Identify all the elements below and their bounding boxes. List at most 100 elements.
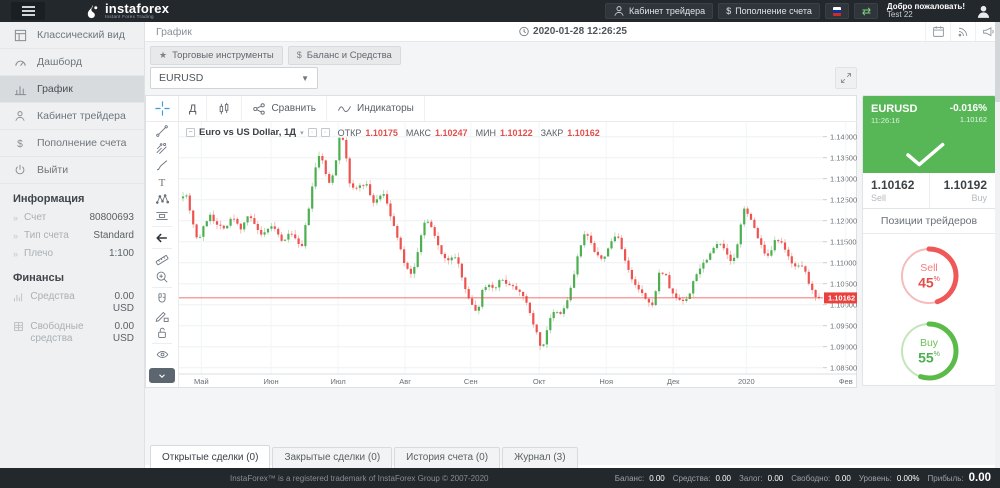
chevron-down-icon: ▾ <box>300 129 304 137</box>
switch-account-button[interactable]: ⇄ <box>854 3 878 19</box>
dollar-icon: $ <box>297 50 302 60</box>
trading-instruments-button[interactable]: ★ Торговые инструменты <box>150 46 283 65</box>
clock-icon <box>518 26 529 37</box>
instaforex-logo[interactable]: instaforex Instant Forex Trading <box>85 4 169 19</box>
sidebar-item-5[interactable]: $Пополнение счета <box>0 130 144 157</box>
text-tool[interactable]: T <box>146 173 178 190</box>
top-header-bar: instaforex Instant Forex Trading Кабинет… <box>0 0 1000 22</box>
svg-text:Май: Май <box>194 377 209 386</box>
series-settings-icon[interactable]: · <box>308 128 317 137</box>
russian-flag-icon <box>833 7 841 16</box>
info-row: »Тип счетаStandard <box>0 227 144 245</box>
eye-tool[interactable] <box>146 346 178 363</box>
logo-title: instaforex <box>105 4 169 14</box>
chevrons-icon: » <box>13 248 18 260</box>
svg-text:Фев: Фев <box>839 377 853 386</box>
lock-tool[interactable] <box>146 324 178 341</box>
zoomin-tool[interactable] <box>146 268 178 285</box>
info-value: 1:100 <box>109 248 134 260</box>
series-hide-icon[interactable]: · <box>321 128 330 137</box>
tab-4[interactable]: Журнал (3) <box>502 447 578 468</box>
sidebar-item-1[interactable]: Классический вид <box>0 22 144 49</box>
crosshair-tool[interactable] <box>146 96 178 122</box>
svg-text:1.08500: 1.08500 <box>830 363 857 372</box>
candlestick-icon <box>217 102 231 116</box>
price-chart[interactable]: 1.140001.135001.130001.125001.120001.115… <box>179 122 857 388</box>
stat-label: Средства: <box>673 474 711 483</box>
check-icon <box>902 142 948 168</box>
brush-tool[interactable] <box>146 156 178 173</box>
tab-1[interactable]: Открытые сделки (0) <box>150 445 270 468</box>
collapse-toolbar-button[interactable] <box>149 368 175 383</box>
position-tool[interactable] <box>146 207 178 224</box>
svg-text:1.10162: 1.10162 <box>828 294 855 303</box>
power-icon <box>13 164 27 176</box>
stat-label: Уровень: <box>859 474 892 483</box>
stat-label: Свободно: <box>791 474 830 483</box>
magnet-tool[interactable] <box>146 290 178 307</box>
svg-text:Дек: Дек <box>667 377 680 386</box>
ruler-tool[interactable] <box>146 251 178 268</box>
arrowleft-tool[interactable] <box>146 229 178 246</box>
dollar-icon: $ <box>13 137 27 149</box>
quote-card-header: EURUSD 11:26:16 -0.016% 1.10162 <box>863 96 995 173</box>
interval-button[interactable]: Д <box>179 96 207 121</box>
finance-value: 0.00 USD <box>93 321 134 345</box>
rss-icon[interactable] <box>950 22 975 41</box>
grid-icon <box>13 29 27 42</box>
sell-price-button[interactable]: 1.10162 Sell <box>863 173 929 209</box>
scrollbar-thumb[interactable] <box>995 22 1000 102</box>
svg-text:Авг: Авг <box>399 377 411 386</box>
collapse-series-icon[interactable]: − <box>186 128 195 137</box>
indicators-button[interactable]: Индикаторы <box>327 96 425 121</box>
balance-funds-button[interactable]: $ Баланс и Средства <box>288 46 401 65</box>
traders-positions-panel: Позиции трейдеров Sell 45% Buy 55% <box>862 208 996 386</box>
stat-value: 0.00 <box>835 474 851 483</box>
stat-value: 0.00 <box>768 474 784 483</box>
svg-text:1.13500: 1.13500 <box>830 153 857 162</box>
symbol-select[interactable]: EURUSD ▼ <box>150 67 318 89</box>
svg-text:$: $ <box>17 139 23 149</box>
main-topbar: График 2020-01-28 12:26:25 <box>145 22 1000 42</box>
tab-3[interactable]: История счета (0) <box>394 447 500 468</box>
close-value: 1.10162 <box>567 128 600 138</box>
pencillock-tool[interactable] <box>146 307 178 324</box>
chevron-down-icon: ▼ <box>301 74 309 83</box>
sidebar-item-4[interactable]: Кабинет трейдера <box>0 103 144 130</box>
pattern-tool[interactable] <box>146 190 178 207</box>
info-row: »Счет80800693 <box>0 209 144 227</box>
compare-button[interactable]: Сравнить <box>242 96 327 121</box>
expand-chart-button[interactable] <box>835 67 857 89</box>
info-value: Standard <box>93 230 134 242</box>
user-avatar-icon[interactable] <box>974 2 992 20</box>
sidebar-item-6[interactable]: Выйти <box>0 157 144 184</box>
compare-icon <box>252 102 266 116</box>
series-title: Euro vs US Dollar, 1Д <box>199 127 296 138</box>
stat-label: Прибыль: <box>928 474 964 483</box>
trendline-tool[interactable] <box>146 122 178 139</box>
sidebar-item-label: Выйти <box>37 164 68 176</box>
trader-cabinet-button[interactable]: Кабинет трейдера <box>605 3 713 19</box>
sidebar-item-3[interactable]: График <box>0 76 144 103</box>
pitchfork-tool[interactable] <box>146 139 178 156</box>
quote-change-pct: -0.016% <box>950 103 987 114</box>
buy-price-button[interactable]: 1.10192 Buy <box>930 173 996 209</box>
swap-arrows-icon: ⇄ <box>862 5 871 18</box>
hamburger-menu-button[interactable] <box>11 2 45 20</box>
svg-text:1.10500: 1.10500 <box>830 279 857 288</box>
chart-style-button[interactable] <box>207 96 242 121</box>
sidebar-item-2[interactable]: Дашборд <box>0 49 144 76</box>
tab-2[interactable]: Закрытые сделки (0) <box>272 447 392 468</box>
quote-price: 1.10162 <box>960 115 987 124</box>
deposit-button[interactable]: $ Пополнение счета <box>718 3 820 19</box>
chevrons-icon: » <box>13 212 18 224</box>
info-value: 80800693 <box>90 212 135 224</box>
info-label: Плечо <box>24 248 90 260</box>
calendar-icon[interactable] <box>925 22 950 41</box>
account-stats: Баланс:0.00Средства:0.00Залог:0.00Свобод… <box>615 472 1000 484</box>
copyright-text: InstaForex™ is a registered trademark of… <box>230 474 488 483</box>
svg-text:1.13000: 1.13000 <box>830 174 857 183</box>
finance-row: Средства0.00 USD <box>0 288 144 318</box>
language-flag-button[interactable] <box>825 3 849 19</box>
stat-value: 0.00% <box>897 474 920 483</box>
